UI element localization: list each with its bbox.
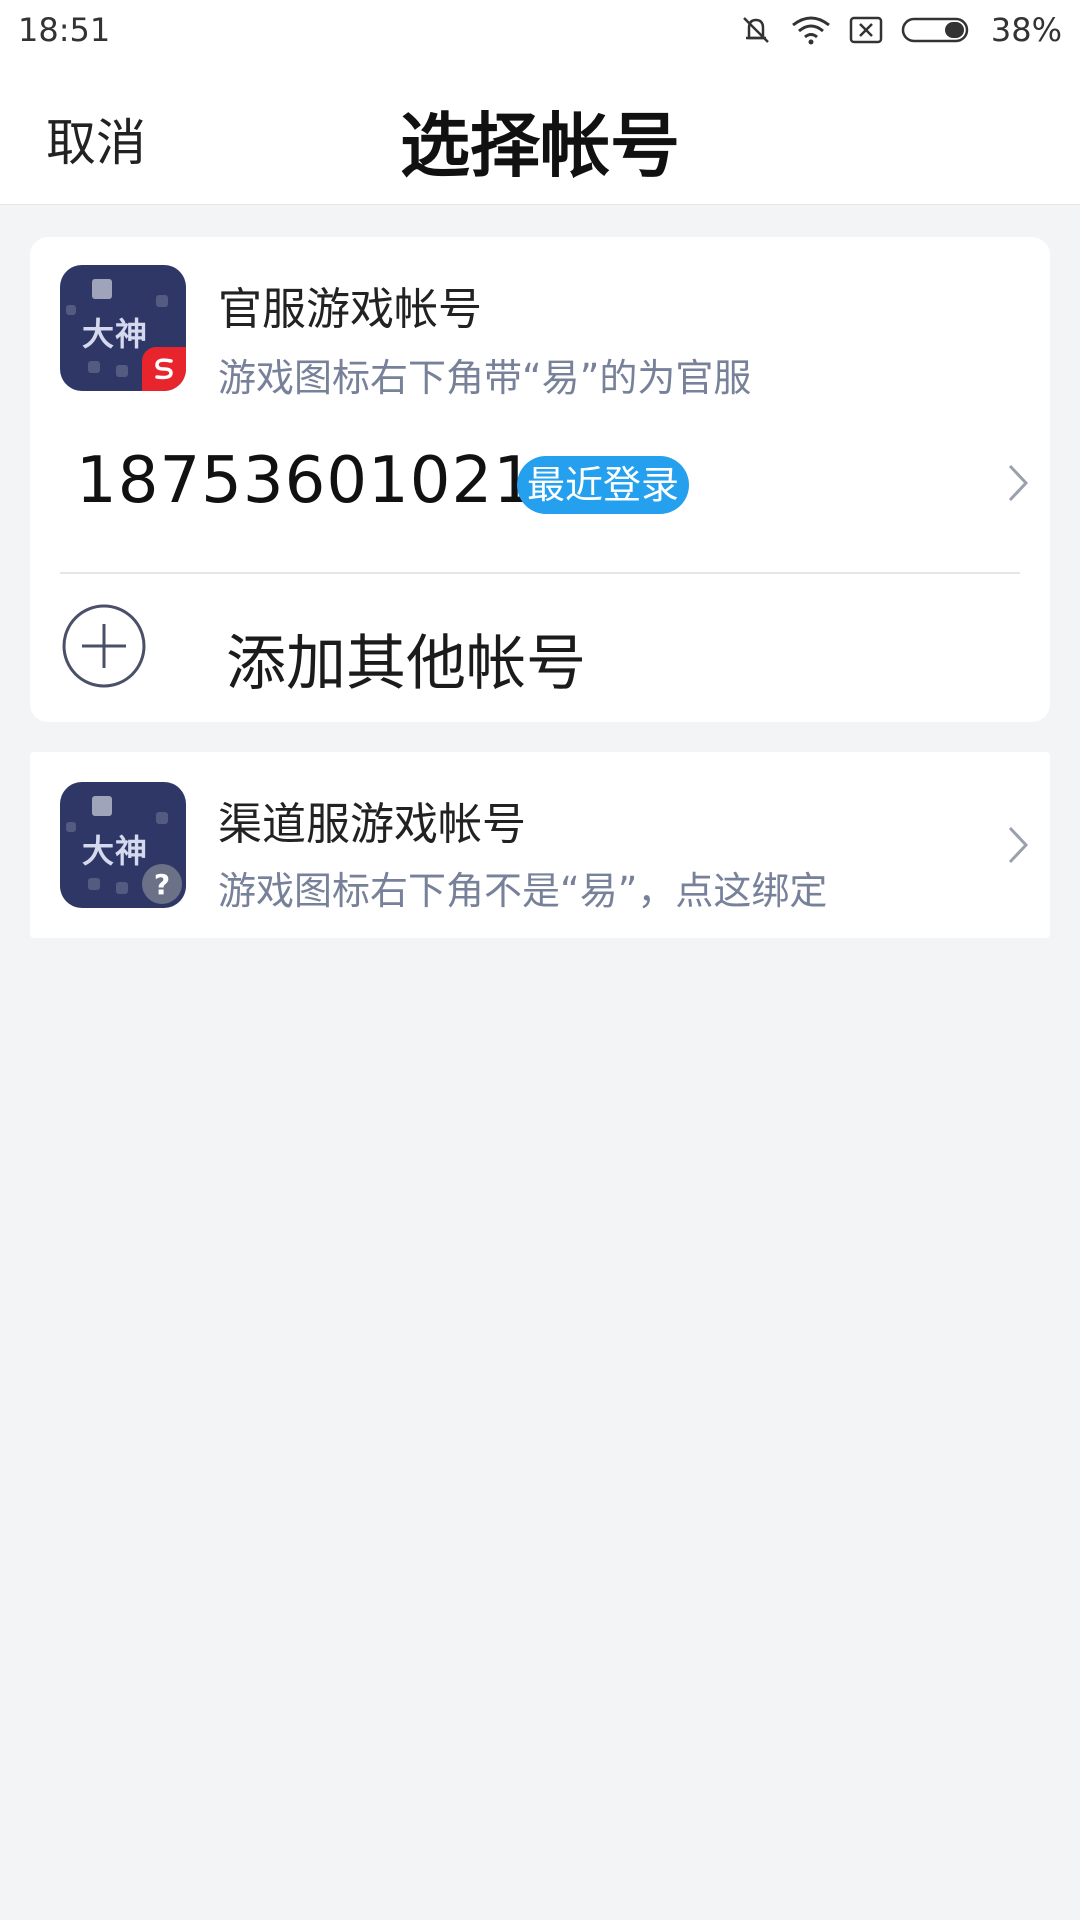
battery-icon [901, 16, 973, 44]
add-account-label: 添加其他帐号 [226, 629, 586, 699]
chevron-right-icon [1008, 826, 1029, 864]
channel-account-card: 大神 ? 渠道服游戏帐号 游戏图标右下角不是“易”，点这绑定 [30, 752, 1050, 938]
status-time: 18:51 [18, 11, 111, 49]
account-row[interactable]: 18753601021 最近登录 [60, 424, 1029, 534]
chevron-right-icon [1008, 464, 1029, 502]
sim-off-icon [849, 16, 883, 44]
official-account-card: 大神 官服游戏帐号 游戏图标右下角带“易”的为官服 18753601021 最近… [30, 237, 1050, 722]
wifi-icon [791, 15, 831, 45]
netease-logo-icon [142, 347, 186, 391]
app-icon-label: 大神 [82, 315, 149, 353]
channel-section-title: 渠道服游戏帐号 [218, 799, 526, 850]
app-icon-label: 大神 [82, 832, 149, 870]
battery-percent: 38% [990, 11, 1062, 49]
dashen-app-icon: 大神 ? [60, 782, 186, 908]
status-icons: 38% [739, 11, 1062, 49]
question-badge-icon: ? [142, 864, 182, 904]
add-circle-icon [62, 604, 146, 688]
header-bar: 取消 选择帐号 [0, 60, 1080, 205]
page-title: 选择帐号 [400, 105, 680, 187]
add-account-button[interactable]: 添加其他帐号 [60, 597, 1020, 707]
channel-section-subtitle: 游戏图标右下角不是“易”，点这绑定 [218, 869, 828, 913]
mute-icon [739, 14, 773, 46]
divider [60, 572, 1020, 574]
status-bar: 18:51 38% [0, 0, 1080, 60]
recent-login-badge: 最近登录 [517, 456, 690, 514]
official-section-title: 官服游戏帐号 [218, 284, 482, 335]
dashen-app-icon: 大神 [60, 265, 186, 391]
official-section-subtitle: 游戏图标右下角带“易”的为官服 [218, 356, 752, 400]
account-number: 18753601021 [76, 444, 535, 518]
